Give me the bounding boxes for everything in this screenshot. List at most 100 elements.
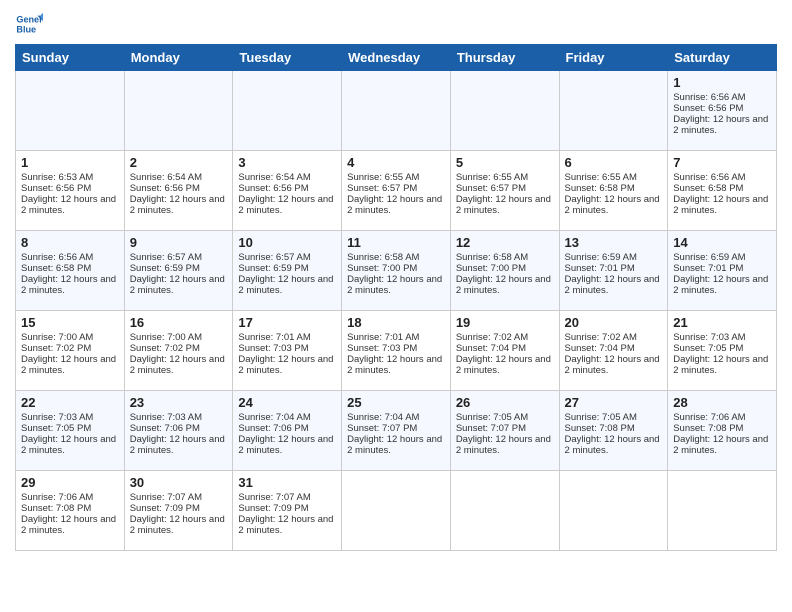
cell-week0-day0	[16, 71, 125, 151]
daylight-label: Daylight: 12 hours and 2 minutes.	[21, 514, 116, 536]
cell-week1-day4: 5Sunrise: 6:55 AMSunset: 6:57 PMDaylight…	[450, 151, 559, 231]
sunset-label: Sunset: 7:04 PM	[565, 343, 635, 354]
daylight-label: Daylight: 12 hours and 2 minutes.	[238, 274, 333, 296]
day-number: 1	[673, 75, 771, 90]
header-tuesday: Tuesday	[233, 45, 342, 71]
cell-week4-day2: 24Sunrise: 7:04 AMSunset: 7:06 PMDayligh…	[233, 391, 342, 471]
cell-week3-day2: 17Sunrise: 7:01 AMSunset: 7:03 PMDayligh…	[233, 311, 342, 391]
sunrise-label: Sunrise: 7:04 AM	[347, 412, 419, 423]
sunset-label: Sunset: 7:06 PM	[130, 423, 200, 434]
day-number: 6	[565, 155, 663, 170]
cell-week2-day6: 14Sunrise: 6:59 AMSunset: 7:01 PMDayligh…	[668, 231, 777, 311]
week-row-0: 1Sunrise: 6:56 AMSunset: 6:56 PMDaylight…	[16, 71, 777, 151]
sunrise-label: Sunrise: 7:02 AM	[565, 332, 637, 343]
cell-week2-day3: 11Sunrise: 6:58 AMSunset: 7:00 PMDayligh…	[342, 231, 451, 311]
header-thursday: Thursday	[450, 45, 559, 71]
week-row-3: 15Sunrise: 7:00 AMSunset: 7:02 PMDayligh…	[16, 311, 777, 391]
sunset-label: Sunset: 7:07 PM	[347, 423, 417, 434]
sunset-label: Sunset: 6:56 PM	[130, 183, 200, 194]
day-number: 23	[130, 395, 228, 410]
sunset-label: Sunset: 6:58 PM	[21, 263, 91, 274]
cell-week3-day1: 16Sunrise: 7:00 AMSunset: 7:02 PMDayligh…	[124, 311, 233, 391]
sunset-label: Sunset: 7:00 PM	[456, 263, 526, 274]
sunset-label: Sunset: 6:57 PM	[347, 183, 417, 194]
sunset-label: Sunset: 7:08 PM	[21, 503, 91, 514]
day-number: 5	[456, 155, 554, 170]
sunset-label: Sunset: 6:59 PM	[130, 263, 200, 274]
day-number: 3	[238, 155, 336, 170]
cell-week5-day5	[559, 471, 668, 551]
day-number: 20	[565, 315, 663, 330]
sunrise-label: Sunrise: 7:01 AM	[347, 332, 419, 343]
cell-week2-day2: 10Sunrise: 6:57 AMSunset: 6:59 PMDayligh…	[233, 231, 342, 311]
daylight-label: Daylight: 12 hours and 2 minutes.	[673, 354, 768, 376]
sunset-label: Sunset: 7:03 PM	[238, 343, 308, 354]
day-number: 27	[565, 395, 663, 410]
sunrise-label: Sunrise: 7:00 AM	[21, 332, 93, 343]
cell-week3-day0: 15Sunrise: 7:00 AMSunset: 7:02 PMDayligh…	[16, 311, 125, 391]
page-header: General Blue	[15, 10, 777, 38]
svg-text:Blue: Blue	[16, 24, 36, 34]
cell-week0-day5	[559, 71, 668, 151]
sunrise-label: Sunrise: 6:56 AM	[673, 92, 745, 103]
day-number: 18	[347, 315, 445, 330]
cell-week0-day3	[342, 71, 451, 151]
day-number: 9	[130, 235, 228, 250]
cell-week3-day6: 21Sunrise: 7:03 AMSunset: 7:05 PMDayligh…	[668, 311, 777, 391]
calendar-table: SundayMondayTuesdayWednesdayThursdayFrid…	[15, 44, 777, 551]
daylight-label: Daylight: 12 hours and 2 minutes.	[456, 274, 551, 296]
sunrise-label: Sunrise: 6:57 AM	[238, 252, 310, 263]
sunrise-label: Sunrise: 6:59 AM	[673, 252, 745, 263]
sunset-label: Sunset: 6:58 PM	[673, 183, 743, 194]
sunrise-label: Sunrise: 7:06 AM	[673, 412, 745, 423]
daylight-label: Daylight: 12 hours and 2 minutes.	[565, 274, 660, 296]
day-number: 10	[238, 235, 336, 250]
cell-week1-day2: 3Sunrise: 6:54 AMSunset: 6:56 PMDaylight…	[233, 151, 342, 231]
week-row-1: 1Sunrise: 6:53 AMSunset: 6:56 PMDaylight…	[16, 151, 777, 231]
header-saturday: Saturday	[668, 45, 777, 71]
sunset-label: Sunset: 7:05 PM	[673, 343, 743, 354]
header-sunday: Sunday	[16, 45, 125, 71]
daylight-label: Daylight: 12 hours and 2 minutes.	[456, 194, 551, 216]
day-number: 11	[347, 235, 445, 250]
daylight-label: Daylight: 12 hours and 2 minutes.	[130, 354, 225, 376]
cell-week0-day2	[233, 71, 342, 151]
sunrise-label: Sunrise: 7:03 AM	[130, 412, 202, 423]
cell-week4-day5: 27Sunrise: 7:05 AMSunset: 7:08 PMDayligh…	[559, 391, 668, 471]
daylight-label: Daylight: 12 hours and 2 minutes.	[565, 194, 660, 216]
day-number: 22	[21, 395, 119, 410]
cell-week1-day3: 4Sunrise: 6:55 AMSunset: 6:57 PMDaylight…	[342, 151, 451, 231]
sunrise-label: Sunrise: 6:54 AM	[130, 172, 202, 183]
sunset-label: Sunset: 7:08 PM	[565, 423, 635, 434]
daylight-label: Daylight: 12 hours and 2 minutes.	[130, 194, 225, 216]
day-number: 17	[238, 315, 336, 330]
sunset-label: Sunset: 6:58 PM	[565, 183, 635, 194]
day-number: 28	[673, 395, 771, 410]
cell-week4-day6: 28Sunrise: 7:06 AMSunset: 7:08 PMDayligh…	[668, 391, 777, 471]
cell-week5-day2: 31Sunrise: 7:07 AMSunset: 7:09 PMDayligh…	[233, 471, 342, 551]
day-number: 7	[673, 155, 771, 170]
cell-week5-day0: 29Sunrise: 7:06 AMSunset: 7:08 PMDayligh…	[16, 471, 125, 551]
sunset-label: Sunset: 7:05 PM	[21, 423, 91, 434]
sunset-label: Sunset: 7:02 PM	[21, 343, 91, 354]
daylight-label: Daylight: 12 hours and 2 minutes.	[21, 434, 116, 456]
day-number: 13	[565, 235, 663, 250]
cell-week5-day6	[668, 471, 777, 551]
sunrise-label: Sunrise: 7:01 AM	[238, 332, 310, 343]
sunrise-label: Sunrise: 6:56 AM	[21, 252, 93, 263]
sunrise-label: Sunrise: 7:03 AM	[673, 332, 745, 343]
sunrise-label: Sunrise: 7:04 AM	[238, 412, 310, 423]
cell-week1-day6: 7Sunrise: 6:56 AMSunset: 6:58 PMDaylight…	[668, 151, 777, 231]
calendar-header-row: SundayMondayTuesdayWednesdayThursdayFrid…	[16, 45, 777, 71]
cell-week4-day3: 25Sunrise: 7:04 AMSunset: 7:07 PMDayligh…	[342, 391, 451, 471]
sunrise-label: Sunrise: 6:55 AM	[565, 172, 637, 183]
cell-week1-day0: 1Sunrise: 6:53 AMSunset: 6:56 PMDaylight…	[16, 151, 125, 231]
day-number: 30	[130, 475, 228, 490]
sunrise-label: Sunrise: 7:05 AM	[565, 412, 637, 423]
day-number: 19	[456, 315, 554, 330]
daylight-label: Daylight: 12 hours and 2 minutes.	[456, 434, 551, 456]
daylight-label: Daylight: 12 hours and 2 minutes.	[21, 274, 116, 296]
week-row-4: 22Sunrise: 7:03 AMSunset: 7:05 PMDayligh…	[16, 391, 777, 471]
day-number: 29	[21, 475, 119, 490]
daylight-label: Daylight: 12 hours and 2 minutes.	[456, 354, 551, 376]
